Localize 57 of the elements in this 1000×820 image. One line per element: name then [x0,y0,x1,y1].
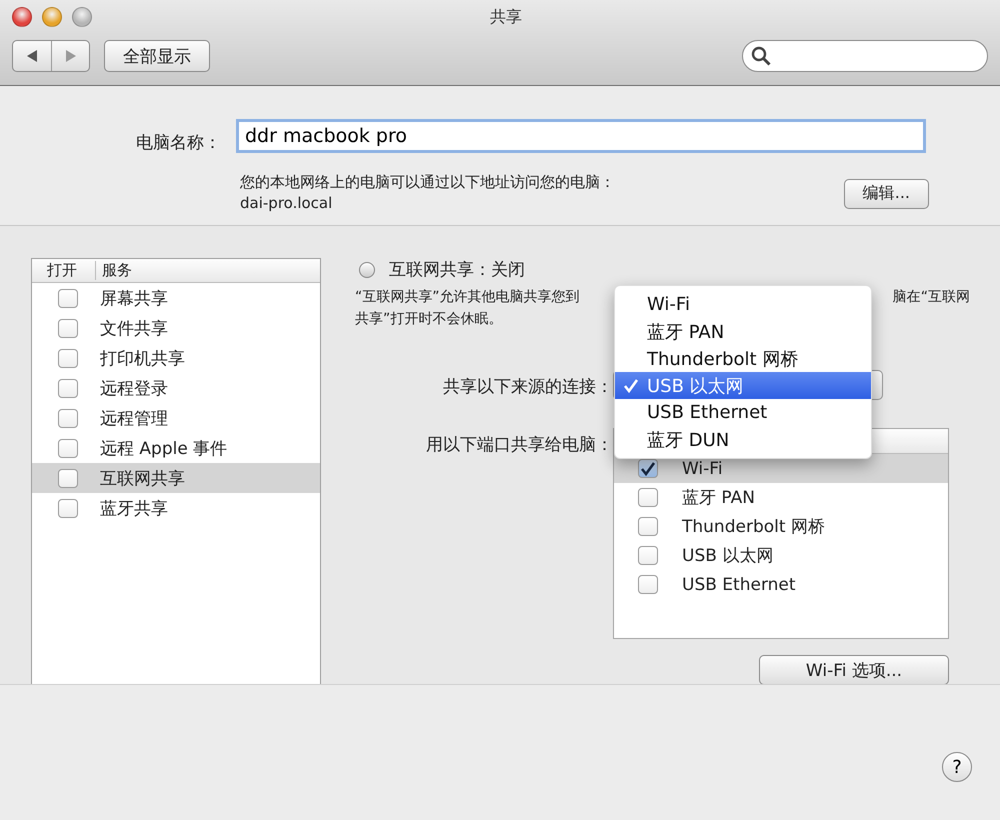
menu-item[interactable]: Wi-Fi [615,291,871,318]
menu-item[interactable]: 蓝牙 PAN [615,318,871,345]
source-label: 共享以下来源的连接： [442,376,613,398]
checkbox[interactable] [638,546,658,565]
port-row[interactable]: 蓝牙 PAN [614,483,948,512]
service-row[interactable]: 打印机共享 [32,343,320,373]
service-row[interactable]: 互联网共享 [32,463,320,493]
description-text: 共享”打开时不会休眠。 [355,310,502,329]
status-text: 互联网共享：关闭 [389,259,525,281]
port-row[interactable]: USB Ethernet [614,570,948,599]
column-header: 服务 [101,261,132,280]
menu-item[interactable]: USB 以太网 [615,372,871,399]
edit-button[interactable]: 编辑... [844,178,929,208]
service-row[interactable]: 蓝牙共享 [32,493,320,523]
show-all-button[interactable]: 全部显示 [104,40,210,72]
menu-item[interactable]: USB Ethernet [615,399,871,426]
port-row[interactable]: Thunderbolt 网桥 [614,512,948,541]
checkbox[interactable] [58,318,78,338]
checkbox[interactable] [638,575,658,594]
checkbox[interactable] [638,488,658,507]
checkmark-icon [640,460,656,476]
computer-name-label: 电脑名称： [136,132,221,154]
computer-name-field[interactable]: ddr macbook pro [236,119,926,153]
checkbox[interactable] [638,459,658,478]
checkbox[interactable] [638,517,658,536]
checkbox[interactable] [58,378,78,398]
forward-arrow-icon [64,49,78,63]
checkmark-icon [623,378,639,394]
help-button[interactable]: ? [942,752,972,782]
address-hint: 您的本地网络上的电脑可以通过以下地址访问您的电脑： [240,172,615,192]
description-text: 脑在“互联网 [892,288,970,307]
checkbox[interactable] [58,288,78,308]
close-button[interactable] [12,7,32,27]
checkbox[interactable] [58,408,78,428]
menu-item[interactable]: Thunderbolt 网桥 [615,345,871,372]
checkbox[interactable] [58,468,78,488]
back-arrow-icon [25,49,39,63]
port-row[interactable]: USB 以太网 [614,541,948,570]
wifi-options-button[interactable]: Wi-Fi 选项... [759,655,949,685]
menu-item[interactable]: 蓝牙 DUN [615,426,871,453]
ports-label: 用以下端口共享给电脑： [425,434,613,456]
search-field[interactable] [742,40,988,72]
service-row[interactable]: 远程管理 [32,403,320,433]
service-row[interactable]: 远程登录 [32,373,320,403]
checkbox[interactable] [58,348,78,368]
checkbox[interactable] [58,498,78,518]
window-title: 共享 [490,6,522,28]
search-icon [751,46,771,66]
zoom-button[interactable] [72,7,92,27]
local-address: dai-pro.local [240,194,334,212]
column-header: 打开 [32,261,96,280]
service-row[interactable]: 远程 Apple 事件 [32,433,320,463]
minimize-button[interactable] [42,7,62,27]
service-row[interactable]: 文件共享 [32,313,320,343]
description-text: “互联网共享”允许其他电脑共享您到 [355,288,580,307]
checkbox[interactable] [58,438,78,458]
service-row[interactable]: 屏幕共享 [32,283,320,313]
